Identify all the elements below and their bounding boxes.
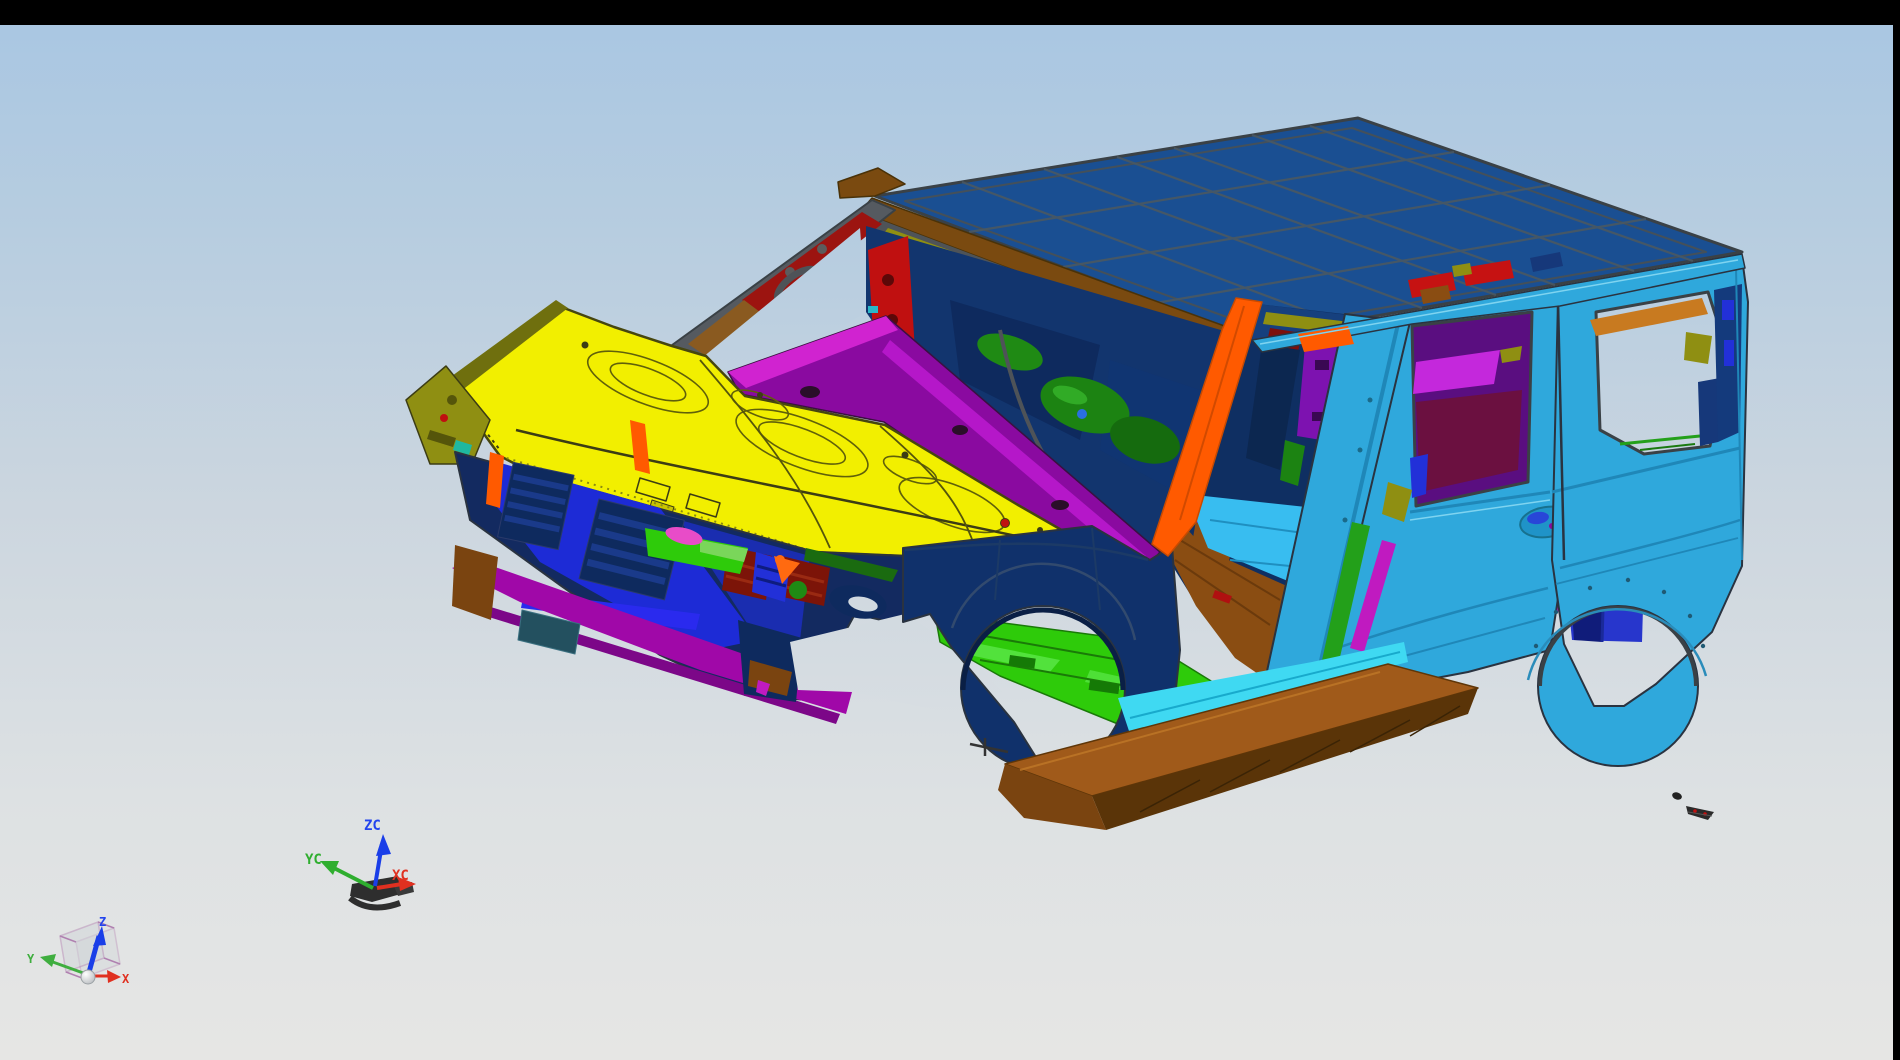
rear-quarter-panel[interactable] [1528,258,1748,766]
wcs-y-axis-handle[interactable] [320,861,373,888]
datum-z-label: Z [99,915,106,929]
wcs-x-label: XC [392,868,409,884]
cad-viewport[interactable]: ZC YC XC Z Y X [0,0,1900,1060]
datum-origin-sphere[interactable] [81,970,95,984]
datum-y-label: Y [27,952,35,966]
wcs-y-label: YC [305,852,322,868]
wcs-triad[interactable]: ZC YC XC [305,818,416,907]
datum-x-label: X [122,972,130,986]
wcs-z-label: ZC [364,818,381,834]
debris-parts[interactable] [1671,791,1714,820]
car-body-model[interactable] [406,118,1748,830]
datum-csys-triad[interactable]: Z Y X [27,915,130,986]
